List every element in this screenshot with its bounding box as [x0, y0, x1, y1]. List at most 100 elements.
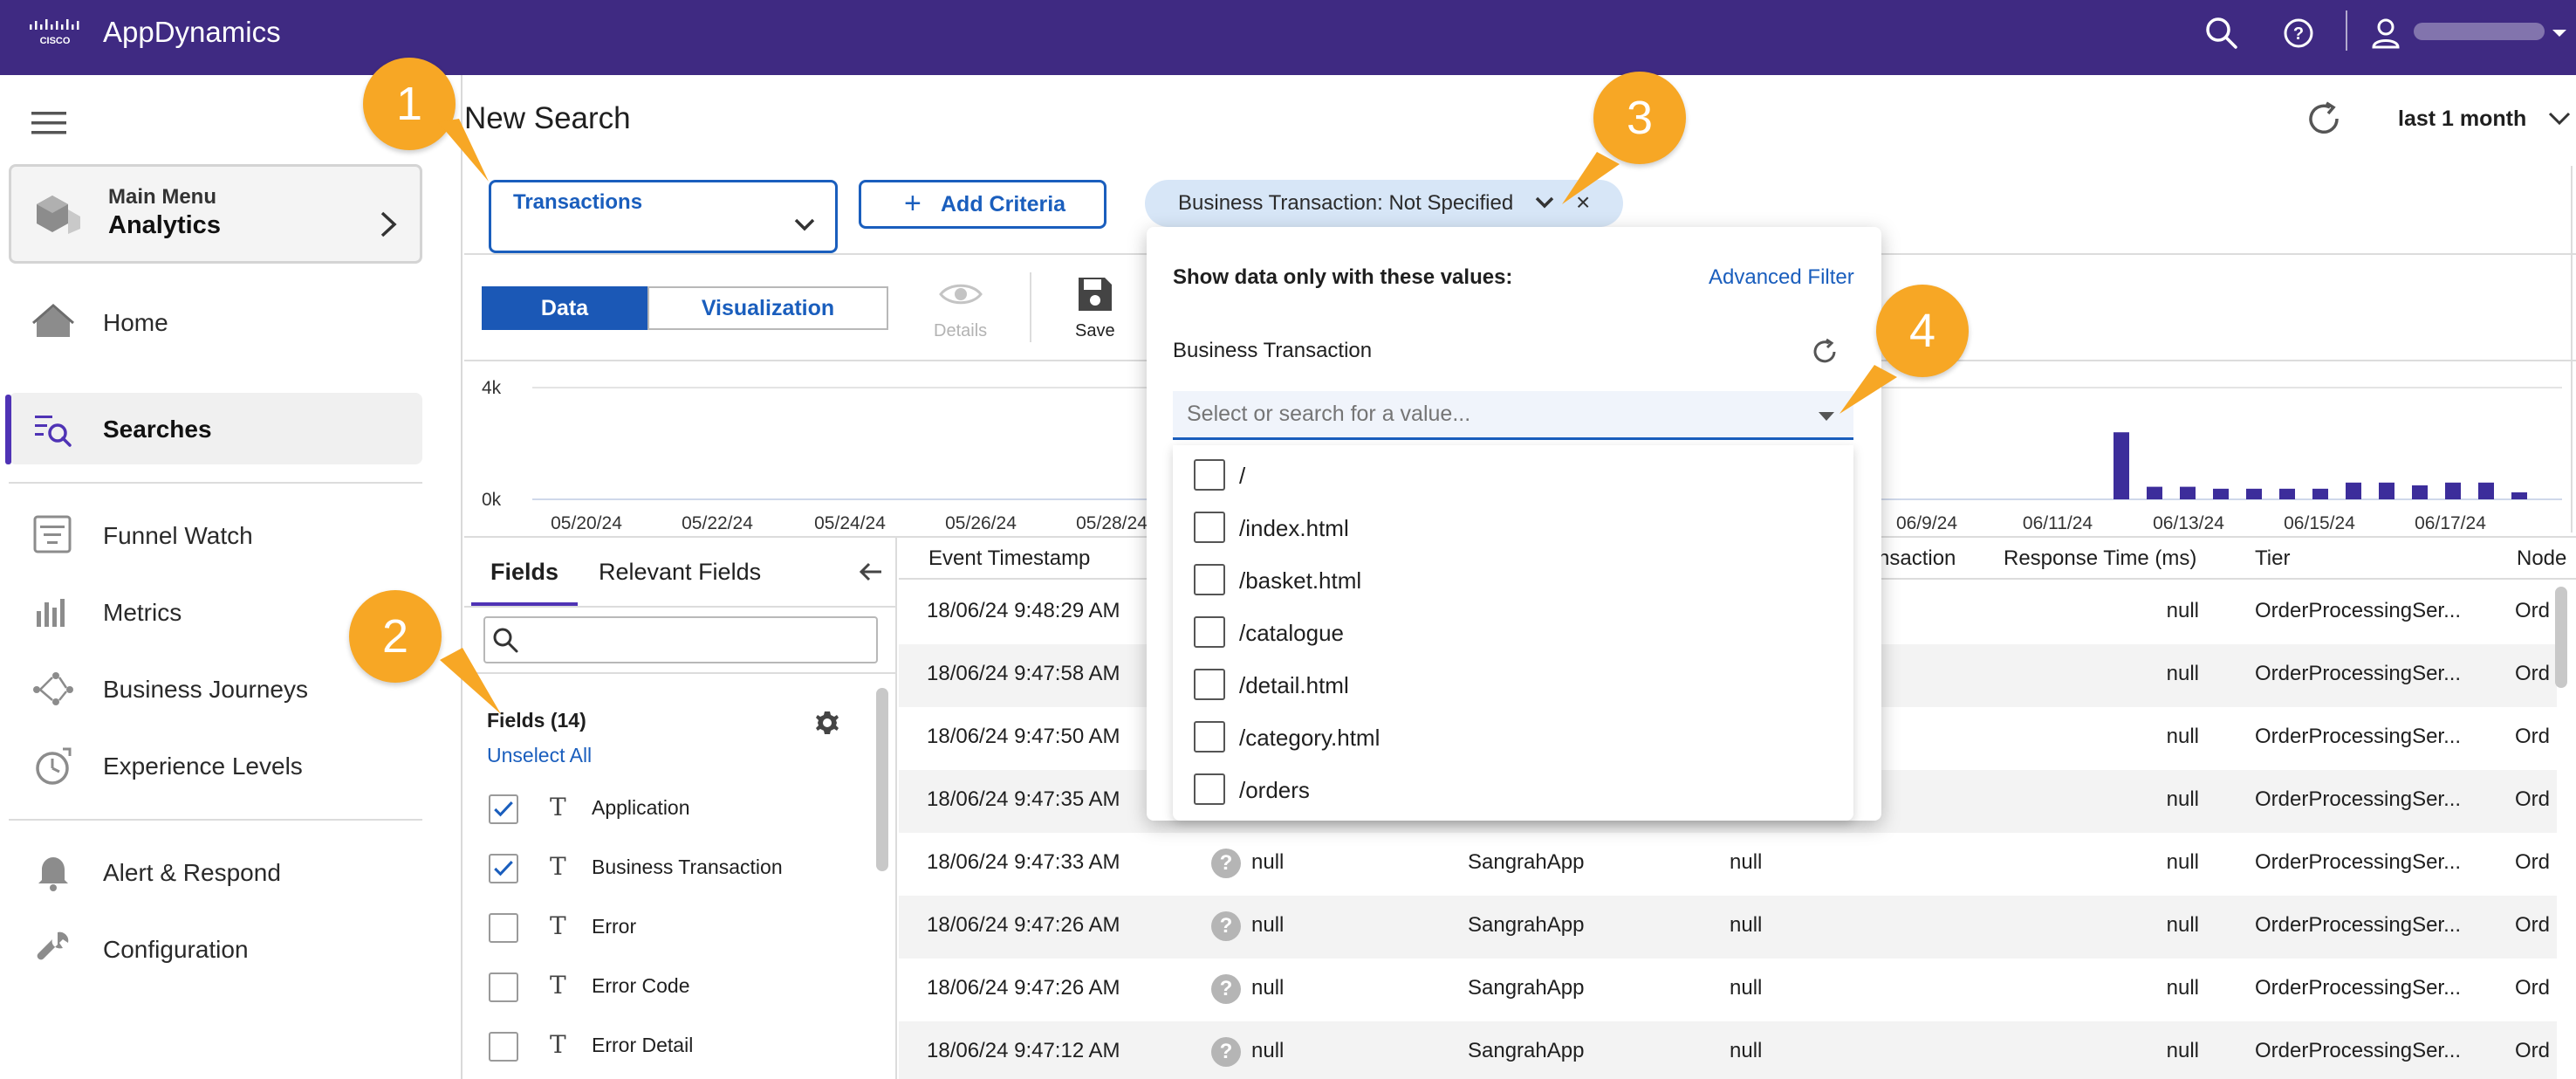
- refresh-icon[interactable]: [2304, 100, 2344, 140]
- text-type-icon: T: [550, 911, 566, 940]
- field-label[interactable]: Application: [592, 796, 690, 820]
- field-label[interactable]: Error Code: [592, 974, 689, 998]
- option-checkbox[interactable]: [1194, 721, 1225, 753]
- option-checkbox[interactable]: [1194, 512, 1225, 543]
- chart-bar[interactable]: [2246, 488, 2262, 499]
- question-icon: ?: [1211, 911, 1241, 941]
- cell-timestamp: 18/06/24 9:47:50 AM: [927, 725, 1120, 748]
- chart-bar[interactable]: [2180, 486, 2196, 499]
- sidebar-item-experience-levels[interactable]: Experience Levels: [103, 753, 303, 780]
- option-label[interactable]: /basket.html: [1239, 567, 1361, 594]
- chart-bar[interactable]: [2445, 482, 2461, 499]
- cell-timestamp: 18/06/24 9:48:29 AM: [927, 599, 1120, 622]
- save-button[interactable]: Save: [1075, 321, 1115, 341]
- field-checkbox[interactable]: [489, 854, 518, 883]
- chart-bar[interactable]: [2312, 488, 2328, 499]
- chart-bar[interactable]: [2114, 432, 2129, 499]
- bell-icon: [38, 857, 68, 891]
- nav-divider: [9, 819, 422, 821]
- nav-divider: [9, 482, 422, 484]
- chart-bar[interactable]: [2511, 492, 2527, 499]
- metrics-icon: [37, 599, 65, 627]
- arrow-left-icon[interactable]: [857, 559, 885, 585]
- field-checkbox[interactable]: [489, 794, 518, 824]
- option-label[interactable]: /: [1239, 463, 1245, 490]
- chart-bar[interactable]: [2478, 482, 2494, 499]
- table-scrollbar[interactable]: [2555, 587, 2567, 688]
- option-label[interactable]: /catalogue: [1239, 620, 1344, 647]
- hamburger-menu-icon[interactable]: [31, 110, 66, 136]
- cell-tier: OrderProcessingSer...: [2255, 1039, 2462, 1062]
- sidebar-item-business-journeys[interactable]: Business Journeys: [103, 676, 308, 704]
- field-label[interactable]: Error: [592, 915, 636, 938]
- option-checkbox[interactable]: [1194, 616, 1225, 648]
- cell-tier: OrderProcessingSer...: [2255, 599, 2462, 622]
- gear-icon[interactable]: [813, 709, 841, 737]
- time-range-selector[interactable]: last 1 month: [2398, 107, 2526, 132]
- user-name-redacted[interactable]: [2414, 23, 2545, 40]
- tab-fields[interactable]: Fields: [490, 559, 558, 586]
- chevron-down-icon[interactable]: [791, 215, 819, 236]
- sidebar-item-alert-respond[interactable]: Alert & Respond: [103, 859, 281, 887]
- option-label[interactable]: /category.html: [1239, 725, 1380, 752]
- x-tick-label: 05/22/24: [682, 513, 753, 533]
- cell-tier: OrderProcessingSer...: [2255, 662, 2462, 685]
- option-checkbox[interactable]: [1194, 773, 1225, 805]
- column-header-tier[interactable]: Tier: [2255, 546, 2290, 571]
- column-header-node[interactable]: Node: [2517, 546, 2566, 571]
- field-label[interactable]: Business Transaction: [592, 856, 783, 879]
- tab-visualization[interactable]: Visualization: [647, 286, 888, 330]
- details-button[interactable]: Details: [934, 321, 987, 341]
- column-header-transaction[interactable]: nsaction: [1878, 546, 1956, 571]
- callout-pointer: [1840, 365, 1897, 414]
- field-checkbox[interactable]: [489, 913, 518, 943]
- chart-bar[interactable]: [2279, 488, 2295, 499]
- fields-scrollbar[interactable]: [876, 688, 888, 871]
- chart-bar[interactable]: [2213, 488, 2229, 499]
- field-checkbox[interactable]: [489, 972, 518, 1002]
- refresh-icon[interactable]: [1810, 337, 1840, 367]
- sidebar-item-searches[interactable]: Searches: [103, 416, 212, 443]
- fields-search-input[interactable]: [483, 616, 878, 663]
- column-header-event-timestamp[interactable]: Event Timestamp: [928, 546, 1090, 571]
- save-icon[interactable]: [1073, 274, 1117, 314]
- sidebar-item-funnel-watch[interactable]: Funnel Watch: [103, 522, 253, 550]
- chevron-down-icon[interactable]: [2552, 28, 2567, 38]
- chart-bar[interactable]: [2379, 482, 2394, 499]
- tab-relevant-fields[interactable]: Relevant Fields: [599, 559, 761, 586]
- chart-bar[interactable]: [2412, 485, 2428, 499]
- cell-node: Ord: [2515, 850, 2551, 874]
- text-type-icon: T: [550, 852, 566, 881]
- tab-data[interactable]: Data: [482, 286, 647, 330]
- unselect-all-link[interactable]: Unselect All: [487, 744, 592, 767]
- option-label[interactable]: /index.html: [1239, 515, 1349, 542]
- chart-bar[interactable]: [2346, 482, 2361, 499]
- cell-node: Ord: [2515, 1039, 2551, 1062]
- sidebar-item-home[interactable]: Home: [103, 309, 168, 337]
- chevron-down-icon[interactable]: [2546, 107, 2573, 129]
- callout-pointer: [440, 648, 501, 714]
- advanced-filter-link[interactable]: Advanced Filter: [1709, 265, 1854, 290]
- field-label[interactable]: Error Detail: [592, 1034, 693, 1057]
- search-icon[interactable]: [2203, 14, 2241, 52]
- business-transaction-field-label: Business Transaction: [1173, 339, 1373, 362]
- chart-bar[interactable]: [2147, 486, 2162, 499]
- sidebar-item-metrics[interactable]: Metrics: [103, 599, 182, 627]
- x-tick-label: 05/26/24: [945, 513, 1017, 533]
- option-label[interactable]: /orders: [1239, 777, 1310, 804]
- help-icon[interactable]: ?: [2279, 14, 2318, 52]
- sidebar-item-configuration[interactable]: Configuration: [103, 936, 249, 964]
- option-label[interactable]: /detail.html: [1239, 672, 1349, 699]
- callout-pointer: [438, 119, 489, 182]
- user-icon[interactable]: [2367, 14, 2405, 52]
- value-search-input[interactable]: [1173, 391, 1853, 440]
- column-header-response-time[interactable]: Response Time (ms): [2004, 546, 2196, 571]
- field-checkbox[interactable]: [489, 1032, 518, 1062]
- cell-response-time: null: [2166, 725, 2199, 748]
- option-checkbox[interactable]: [1194, 669, 1225, 700]
- fields-search-divider: [464, 672, 897, 674]
- option-checkbox[interactable]: [1194, 564, 1225, 595]
- caret-down-icon[interactable]: [1817, 410, 1836, 423]
- option-checkbox[interactable]: [1194, 459, 1225, 491]
- chevron-down-icon[interactable]: [1532, 192, 1557, 213]
